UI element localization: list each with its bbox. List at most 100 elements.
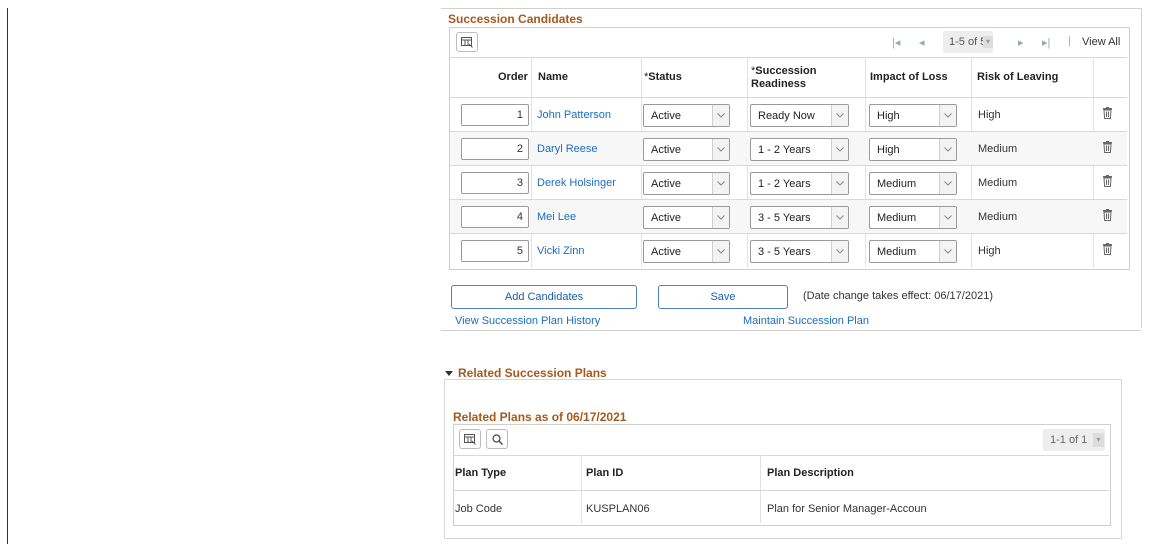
risk-value: High — [978, 109, 1001, 121]
related-plans-section-title: Related Succession Plans — [458, 366, 607, 380]
risk-value: Medium — [978, 143, 1018, 155]
col-header-order: Order — [498, 71, 528, 83]
status-value: Active — [651, 178, 681, 190]
chevron-down-icon: ▾ — [1093, 433, 1104, 447]
chevron-down-icon — [939, 173, 956, 194]
candidate-name-link[interactable]: Mei Lee — [537, 211, 576, 223]
impact-select[interactable]: High — [869, 138, 957, 161]
readiness-value: 1 - 2 Years — [758, 144, 811, 156]
order-input[interactable]: 4 — [461, 206, 529, 228]
readiness-select[interactable]: Ready Now — [750, 104, 849, 127]
pager-divider: | — [1068, 35, 1071, 47]
impact-select[interactable]: High — [869, 104, 957, 127]
status-select[interactable]: Active — [643, 206, 730, 229]
col-header-risk: Risk of Leaving — [977, 71, 1059, 83]
impact-select[interactable]: Medium — [869, 172, 957, 195]
maintain-succession-plan-link[interactable]: Maintain Succession Plan — [743, 315, 869, 327]
plan-id-value: KUSPLAN06 — [586, 503, 650, 515]
col-header-plan-type: Plan Type — [455, 467, 507, 479]
status-value: Active — [651, 246, 681, 258]
col-header-name: Name — [538, 71, 568, 83]
status-select[interactable]: Active — [643, 172, 730, 195]
readiness-select[interactable]: 1 - 2 Years — [750, 172, 849, 195]
order-input[interactable]: 1 — [461, 104, 529, 126]
readiness-select[interactable]: 3 - 5 Years — [750, 206, 849, 229]
related-plans-section-header[interactable]: Related Succession Plans — [445, 366, 607, 380]
trash-icon[interactable] — [1103, 107, 1112, 122]
right-border — [1141, 8, 1142, 328]
readiness-select[interactable]: 1 - 2 Years — [750, 138, 849, 161]
candidate-name-link[interactable]: Derek Holsinger — [537, 177, 616, 189]
trash-icon[interactable] — [1103, 175, 1112, 190]
trash-icon[interactable] — [1103, 209, 1112, 224]
candidate-name-link[interactable]: Vicki Zinn — [537, 245, 584, 257]
trash-icon[interactable] — [1103, 141, 1112, 156]
status-value: Active — [651, 110, 681, 122]
last-page-icon[interactable]: ▸| — [1042, 36, 1050, 49]
order-input[interactable]: 5 — [461, 240, 529, 262]
risk-value: Medium — [978, 177, 1018, 189]
readiness-value: 3 - 5 Years — [758, 246, 811, 258]
status-select[interactable]: Active — [643, 240, 730, 263]
impact-value: High — [877, 110, 900, 122]
date-change-note: (Date change takes effect: 06/17/2021) — [803, 290, 993, 302]
chevron-down-icon — [939, 241, 956, 262]
impact-value: Medium — [877, 212, 917, 224]
add-candidates-button[interactable]: Add Candidates — [451, 285, 637, 309]
view-succession-history-link[interactable]: View Succession Plan History — [455, 315, 600, 327]
impact-select[interactable]: Medium — [869, 240, 957, 263]
status-value: Active — [651, 212, 681, 224]
table-row: Job Code KUSPLAN06 Plan for Senior Manag… — [454, 490, 1109, 524]
table-row: 1 John Patterson Active Ready Now High H… — [450, 97, 1127, 132]
chevron-down-icon — [712, 207, 729, 228]
row-range-label: 1-5 of 5 — [949, 36, 987, 48]
chevron-down-icon — [831, 207, 848, 228]
chevron-down-icon — [831, 139, 848, 160]
chevron-down-icon: ▾ — [983, 36, 993, 48]
readiness-value: Ready Now — [758, 110, 815, 122]
first-page-icon[interactable]: |◂ — [892, 36, 900, 49]
row-range-select[interactable]: 1-5 of 5 ▾ — [943, 31, 993, 53]
chevron-down-icon — [939, 139, 956, 160]
section-divider — [441, 330, 1141, 331]
left-border — [7, 8, 8, 544]
order-input[interactable]: 3 — [461, 172, 529, 194]
status-value: Active — [651, 144, 681, 156]
table-row: 2 Daryl Reese Active 1 - 2 Years High Me… — [450, 131, 1127, 166]
impact-value: High — [877, 144, 900, 156]
candidate-name-link[interactable]: John Patterson — [537, 109, 611, 121]
col-header-plan-id: Plan ID — [586, 467, 624, 479]
grid-personalize-button[interactable] — [456, 32, 478, 52]
trash-icon[interactable] — [1103, 243, 1112, 258]
readiness-value: 1 - 2 Years — [758, 178, 811, 190]
readiness-value: 3 - 5 Years — [758, 212, 811, 224]
search-button[interactable] — [486, 429, 508, 449]
top-divider — [441, 8, 1141, 9]
chevron-down-icon — [831, 105, 848, 126]
chevron-down-icon — [712, 241, 729, 262]
chevron-down-icon — [712, 173, 729, 194]
view-all-link[interactable]: View All — [1082, 36, 1120, 48]
chevron-down-icon — [831, 173, 848, 194]
impact-select[interactable]: Medium — [869, 206, 957, 229]
save-button[interactable]: Save — [658, 285, 788, 309]
prev-page-icon[interactable]: ◂ — [919, 36, 925, 49]
status-select[interactable]: Active — [643, 138, 730, 161]
status-select[interactable]: Active — [643, 104, 730, 127]
related-row-range-select[interactable]: 1-1 of 1 ▾ — [1043, 429, 1105, 451]
table-row: 3 Derek Holsinger Active 1 - 2 Years Med… — [450, 165, 1127, 200]
table-row: 5 Vicki Zinn Active 3 - 5 Years Medium H… — [450, 233, 1127, 268]
candidate-name-link[interactable]: Daryl Reese — [537, 143, 598, 155]
chevron-down-icon — [831, 241, 848, 262]
order-input[interactable]: 2 — [461, 138, 529, 160]
related-plans-grid-title: Related Plans as of 06/17/2021 — [453, 410, 627, 424]
chevron-down-icon — [712, 105, 729, 126]
impact-value: Medium — [877, 246, 917, 258]
related-row-range-label: 1-1 of 1 — [1050, 434, 1088, 446]
readiness-select[interactable]: 3 - 5 Years — [750, 240, 849, 263]
next-page-icon[interactable]: ▸ — [1018, 36, 1024, 49]
grid-personalize-button[interactable] — [459, 429, 481, 449]
col-header-impact: Impact of Loss — [870, 71, 948, 83]
col-header-plan-description: Plan Description — [767, 467, 854, 479]
grid-personalize-icon — [461, 36, 473, 48]
